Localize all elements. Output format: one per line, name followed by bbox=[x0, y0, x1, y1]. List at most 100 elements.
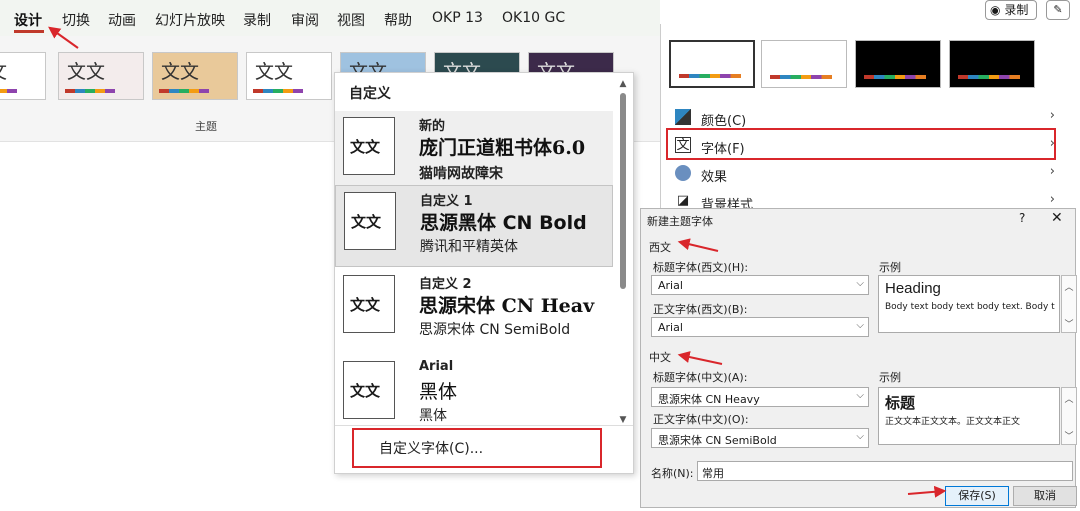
dialog-title: 新建主题字体 bbox=[647, 215, 713, 228]
variant-thumbnail[interactable] bbox=[949, 40, 1035, 88]
font-option-heading: 思源宋体 CN Heav bbox=[419, 295, 595, 317]
chevron-right-icon: › bbox=[1049, 164, 1055, 179]
active-tab-indicator bbox=[14, 30, 44, 33]
font-option-heading: 庞门正道粗书体6.0 bbox=[419, 137, 586, 159]
menu-item-label: 颜色(C) bbox=[701, 114, 747, 129]
font-preview-thumbnail: 文文 bbox=[344, 192, 396, 250]
font-option-body: 猫啃网故障宋 bbox=[419, 166, 503, 182]
heading-font-chinese-select[interactable]: 思源宋体 CN Heavy ⌵ bbox=[651, 387, 869, 407]
select-value: Arial bbox=[658, 279, 683, 292]
sample-body: 正文文本正文文本。正文文本正文 bbox=[885, 417, 1021, 427]
select-value: 思源宋体 CN Heavy bbox=[658, 393, 760, 406]
theme-thumbnail[interactable]: 文文 bbox=[58, 52, 144, 100]
close-icon[interactable]: ✕ bbox=[1051, 210, 1063, 226]
chevron-right-icon: › bbox=[1049, 108, 1055, 123]
menu-item-effects[interactable]: 效果 › bbox=[669, 160, 1061, 188]
body-font-chinese-label: 正文字体(中文)(O): bbox=[653, 413, 749, 426]
chevron-down-icon: ⌵ bbox=[856, 431, 864, 442]
font-option-custom-1[interactable]: 文文 自定义 1 思源黑体 CN Bold 腾讯和平精英体 bbox=[335, 185, 613, 267]
theme-thumb-text: 文文 bbox=[255, 61, 294, 83]
font-option-new[interactable]: 文文 新的 庞门正道粗书体6.0 猫啃网故障宋 bbox=[335, 111, 613, 193]
font-preview-thumbnail: 文文 bbox=[343, 117, 395, 175]
record-icon: ◉ bbox=[990, 3, 1001, 17]
sample-heading: Heading bbox=[885, 280, 941, 297]
ribbon-tab-bar: 设计 切换 动画 幻灯片放映 录制 审阅 视图 帮助 OKP 13 OK10 G… bbox=[0, 0, 660, 36]
new-theme-fonts-dialog: 新建主题字体 ? ✕ 西文 标题字体(西文)(H): Arial ⌵ 正文字体(西… bbox=[640, 208, 1077, 508]
chinese-sample-scroll[interactable]: ︿ ﹀ bbox=[1061, 387, 1077, 445]
font-preview-thumbnail: 文文 bbox=[343, 275, 395, 333]
font-option-heading: 黑体 bbox=[419, 381, 458, 403]
font-option-name: Arial bbox=[419, 359, 454, 374]
font-option-body: 腾讯和平精英体 bbox=[420, 239, 518, 255]
body-font-western-label: 正文字体(西文)(B): bbox=[653, 303, 748, 316]
chevron-down-icon: ⌵ bbox=[856, 390, 864, 401]
dropdown-header: 自定义 bbox=[349, 86, 391, 102]
chevron-down-icon: ⌵ bbox=[856, 278, 864, 289]
heading-font-western-select[interactable]: Arial ⌵ bbox=[651, 275, 869, 295]
font-option-body: 黑体 bbox=[419, 408, 447, 424]
theme-name-input[interactable]: 常用 bbox=[697, 461, 1073, 481]
theme-thumb-text: 文文 bbox=[161, 61, 200, 83]
chinese-sample-preview: 标题 正文文本正文文本。正文文本正文 bbox=[878, 387, 1060, 445]
scrollbar-thumb[interactable] bbox=[620, 93, 626, 289]
sample-heading: 标题 bbox=[885, 394, 916, 412]
tab-transitions[interactable]: 切换 bbox=[62, 10, 90, 30]
cancel-button[interactable]: 取消 bbox=[1013, 486, 1077, 506]
font-option-custom-2[interactable]: 文文 自定义 2 思源宋体 CN Heav 思源宋体 CN SemiBold bbox=[335, 269, 613, 351]
chevron-down-icon: ⌵ bbox=[856, 320, 864, 331]
western-sample-scroll[interactable]: ︿ ﹀ bbox=[1061, 275, 1077, 333]
theme-thumbnail[interactable]: 文文 bbox=[0, 52, 46, 100]
effects-icon bbox=[675, 165, 691, 181]
chinese-section-label: 中文 bbox=[649, 351, 671, 364]
tab-slideshow[interactable]: 幻灯片放映 bbox=[155, 10, 225, 30]
theme-thumb-text: 文文 bbox=[0, 57, 7, 84]
chevron-right-icon: › bbox=[1049, 192, 1055, 207]
name-label: 名称(N): bbox=[651, 467, 694, 480]
color-palette-icon bbox=[675, 109, 691, 125]
theme-thumbnail[interactable]: 文文 bbox=[246, 52, 332, 100]
tab-design[interactable]: 设计 bbox=[14, 10, 42, 30]
chinese-sample-label: 示例 bbox=[879, 371, 901, 384]
heading-font-chinese-label: 标题字体(中文)(A): bbox=[653, 371, 748, 384]
font-option-name: 自定义 2 bbox=[419, 277, 472, 292]
western-sample-label: 示例 bbox=[879, 261, 901, 274]
variant-thumbnail[interactable] bbox=[761, 40, 847, 88]
background-style-icon: ◪ bbox=[676, 193, 690, 208]
pen-icon[interactable]: ✎ bbox=[1046, 0, 1070, 20]
tab-okp[interactable]: OKP 13 bbox=[432, 10, 483, 26]
scroll-down-icon[interactable]: ▼ bbox=[617, 415, 629, 425]
scroll-up-icon[interactable]: ▲ bbox=[617, 79, 629, 89]
body-font-chinese-select[interactable]: 思源宋体 CN SemiBold ⌵ bbox=[651, 428, 869, 448]
tab-help[interactable]: 帮助 bbox=[384, 10, 412, 30]
tab-review[interactable]: 审阅 bbox=[291, 10, 319, 30]
annotation-highlight-box bbox=[352, 428, 602, 468]
theme-fonts-dropdown: 自定义 文文 新的 庞门正道粗书体6.0 猫啃网故障宋 文文 自定义 1 思源黑… bbox=[334, 72, 634, 474]
tab-view[interactable]: 视图 bbox=[337, 10, 365, 30]
body-font-western-select[interactable]: Arial ⌵ bbox=[651, 317, 869, 337]
tab-ok10gc[interactable]: OK10 GC bbox=[502, 10, 565, 26]
dropdown-scrollbar[interactable]: ▲ ▼ bbox=[617, 79, 629, 425]
name-value: 常用 bbox=[702, 467, 724, 480]
variant-thumbnail[interactable] bbox=[855, 40, 941, 88]
font-option-name: 新的 bbox=[419, 119, 446, 134]
variant-thumbnail[interactable] bbox=[669, 40, 755, 88]
tab-animations[interactable]: 动画 bbox=[108, 10, 136, 30]
save-button[interactable]: 保存(S) bbox=[945, 486, 1009, 506]
theme-thumbnail[interactable]: 文文 bbox=[152, 52, 238, 100]
select-value: 思源宋体 CN SemiBold bbox=[658, 434, 777, 447]
help-icon[interactable]: ? bbox=[1019, 211, 1025, 225]
select-value: Arial bbox=[658, 321, 683, 334]
font-option-heading: 思源黑体 CN Bold bbox=[420, 212, 587, 234]
font-option-body: 思源宋体 CN SemiBold bbox=[419, 322, 571, 338]
record-label: 录制 bbox=[1004, 3, 1029, 17]
themes-group-label: 主题 bbox=[195, 120, 217, 133]
annotation-highlight-box bbox=[666, 128, 1056, 160]
font-preview-thumbnail: 文文 bbox=[343, 361, 395, 419]
record-button[interactable]: ◉ 录制 bbox=[985, 0, 1037, 20]
theme-thumb-text: 文文 bbox=[67, 61, 106, 83]
menu-item-label: 效果 bbox=[701, 170, 728, 185]
font-option-name: 自定义 1 bbox=[420, 194, 473, 209]
heading-font-western-label: 标题字体(西文)(H): bbox=[653, 261, 749, 274]
western-sample-preview: Heading Body text body text body text. B… bbox=[878, 275, 1060, 333]
tab-record[interactable]: 录制 bbox=[243, 10, 271, 30]
